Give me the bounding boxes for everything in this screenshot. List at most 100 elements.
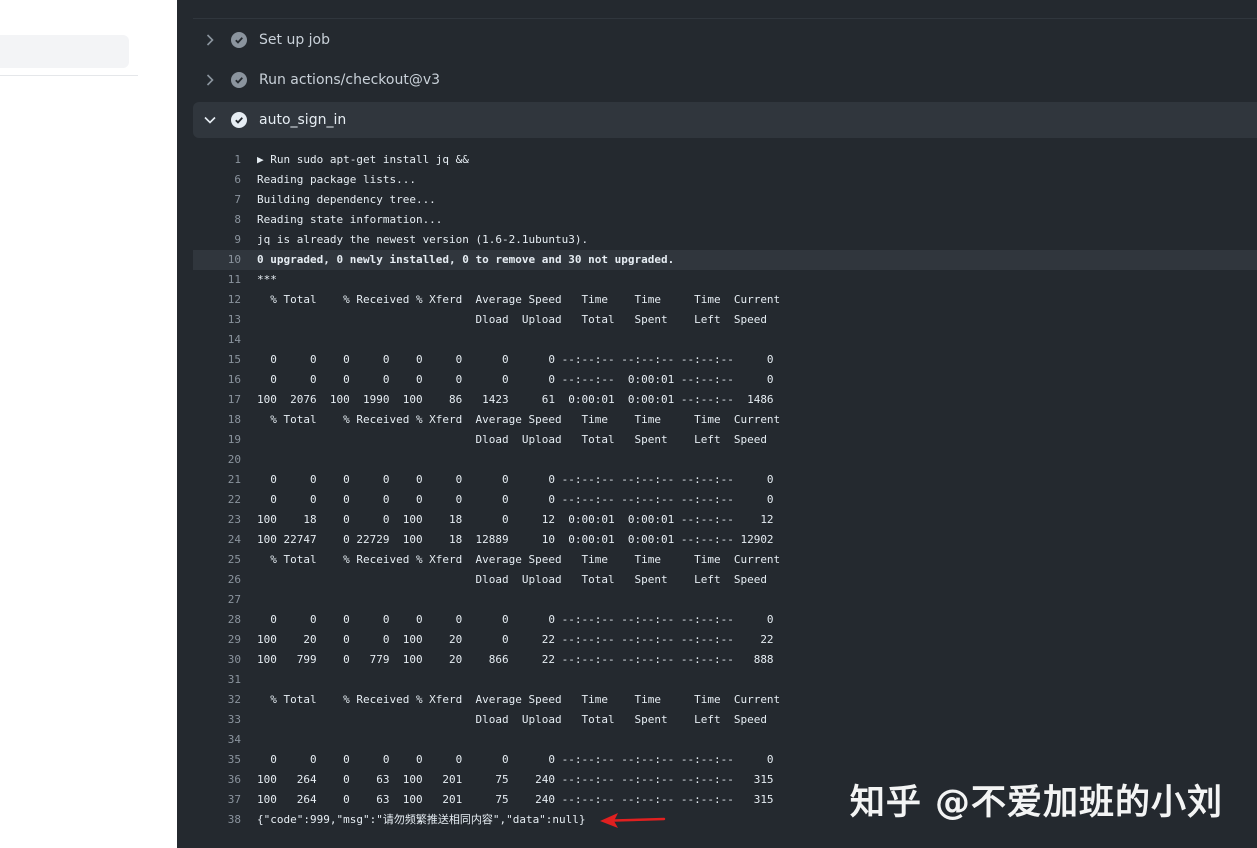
watermark-text: 知乎 @不爱加班的小刘 [849, 783, 1223, 823]
log-line-text: 0 0 0 0 0 0 0 0 --:--:-- 0:00:01 --:--:-… [257, 373, 774, 386]
log-line-number[interactable]: 29 [193, 630, 257, 650]
step-auto-sign-in[interactable]: auto_sign_in [193, 102, 1257, 138]
log-line: 12 % Total % Received % Xferd Average Sp… [193, 290, 1257, 310]
log-line-text: 100 18 0 0 100 18 0 12 0:00:01 0:00:01 -… [257, 513, 774, 526]
log-line-number[interactable]: 6 [193, 170, 257, 190]
log-line-number[interactable]: 17 [193, 390, 257, 410]
log-line: 32 % Total % Received % Xferd Average Sp… [193, 690, 1257, 710]
log-line-number[interactable]: 37 [193, 790, 257, 810]
log-line: 20 [193, 450, 1257, 470]
step-set-up-job[interactable]: Set up job [193, 22, 1257, 58]
log-line-text: % Total % Received % Xferd Average Speed… [257, 693, 781, 706]
log-line: 15 0 0 0 0 0 0 0 0 --:--:-- --:--:-- --:… [193, 350, 1257, 370]
log-line-number[interactable]: 19 [193, 430, 257, 450]
log-line-number[interactable]: 33 [193, 710, 257, 730]
log-line-text: 100 22747 0 22729 100 18 12889 10 0:00:0… [257, 533, 774, 546]
log-line-text: Reading state information... [257, 213, 443, 226]
log-line-text: 0 0 0 0 0 0 0 0 --:--:-- --:--:-- --:--:… [257, 493, 774, 506]
log-line-number[interactable]: 10 [193, 250, 257, 270]
log-line-number[interactable]: 26 [193, 570, 257, 590]
log-line: 28 0 0 0 0 0 0 0 0 --:--:-- --:--:-- --:… [193, 610, 1257, 630]
log-line-number[interactable]: 8 [193, 210, 257, 230]
log-line-text: % Total % Received % Xferd Average Speed… [257, 293, 781, 306]
log-line: 10 0 upgraded, 0 newly installed, 0 to re… [193, 250, 1257, 270]
log-line-number[interactable]: 38 [193, 810, 257, 830]
log-line-text: 100 2076 100 1990 100 86 1423 61 0:00:01… [257, 393, 774, 406]
sidebar-selected-item[interactable] [0, 35, 129, 68]
log-line-text: Dload Upload Total Spent Left Speed [257, 313, 767, 326]
log-line-number[interactable]: 21 [193, 470, 257, 490]
log-line-text: 100 799 0 779 100 20 866 22 --:--:-- --:… [257, 653, 774, 666]
log-line-number[interactable]: 30 [193, 650, 257, 670]
check-circle-icon [231, 32, 247, 48]
log-line-number[interactable]: 23 [193, 510, 257, 530]
log-line: 19 Dload Upload Total Spent Left Speed [193, 430, 1257, 450]
job-log-panel: Set up job Run actions/checkout@v3 auto_… [177, 0, 1257, 848]
log-line: 9 jq is already the newest version (1.6-2… [193, 230, 1257, 250]
log-line: 27 [193, 590, 1257, 610]
log-line-number[interactable]: 12 [193, 290, 257, 310]
log-line-text: 0 0 0 0 0 0 0 0 --:--:-- --:--:-- --:--:… [257, 613, 774, 626]
log-line-text: 100 20 0 0 100 20 0 22 --:--:-- --:--:--… [257, 633, 774, 646]
check-circle-icon [231, 112, 247, 128]
log-line-number[interactable]: 22 [193, 490, 257, 510]
log-line: 7 Building dependency tree... [193, 190, 1257, 210]
log-line-text: 0 upgraded, 0 newly installed, 0 to remo… [257, 253, 675, 266]
log-line-number[interactable]: 18 [193, 410, 257, 430]
log-line-number[interactable]: 7 [193, 190, 257, 210]
log-line-number[interactable]: 13 [193, 310, 257, 330]
log-line-number[interactable]: 34 [193, 730, 257, 750]
log-line-number[interactable]: 20 [193, 450, 257, 470]
log-line-number[interactable]: 36 [193, 770, 257, 790]
log-line-number[interactable]: 24 [193, 530, 257, 550]
log-line: 31 [193, 670, 1257, 690]
chevron-right-icon [203, 33, 217, 47]
step-run-checkout[interactable]: Run actions/checkout@v3 [193, 62, 1257, 98]
log-line: 1 ▶ Run sudo apt-get install jq && [193, 150, 1257, 170]
log-line-number[interactable]: 1 [193, 150, 257, 170]
log-line-text: Dload Upload Total Spent Left Speed [257, 713, 767, 726]
log-line-number[interactable]: 27 [193, 590, 257, 610]
log-line-text: Dload Upload Total Spent Left Speed [257, 433, 767, 446]
left-sidebar [0, 0, 177, 848]
red-arrow-annotation [600, 813, 666, 828]
log-line: 14 [193, 330, 1257, 350]
log-line-text [257, 450, 1257, 470]
log-line-number[interactable]: 35 [193, 750, 257, 770]
log-line: 17 100 2076 100 1990 100 86 1423 61 0:00:… [193, 390, 1257, 410]
log-line: 26 Dload Upload Total Spent Left Speed [193, 570, 1257, 590]
log-line: 6 Reading package lists... [193, 170, 1257, 190]
log-line: 21 0 0 0 0 0 0 0 0 --:--:-- --:--:-- --:… [193, 470, 1257, 490]
log-line-number[interactable]: 9 [193, 230, 257, 250]
log-line-text: Building dependency tree... [257, 193, 436, 206]
log-line-text: % Total % Received % Xferd Average Speed… [257, 553, 781, 566]
sidebar-divider [0, 75, 138, 76]
log-line: 34 [193, 730, 1257, 750]
log-output: 1 ▶ Run sudo apt-get install jq && 6 Readin… [193, 150, 1257, 830]
log-line-text: 0 0 0 0 0 0 0 0 --:--:-- --:--:-- --:--:… [257, 473, 774, 486]
check-circle-icon [231, 72, 247, 88]
log-line-number[interactable]: 15 [193, 350, 257, 370]
log-line: 35 0 0 0 0 0 0 0 0 --:--:-- --:--:-- --:… [193, 750, 1257, 770]
log-line-number[interactable]: 14 [193, 330, 257, 350]
log-line: 13 Dload Upload Total Spent Left Speed [193, 310, 1257, 330]
step-label: Set up job [259, 32, 330, 48]
log-line: 23 100 18 0 0 100 18 0 12 0:00:01 0:00:01… [193, 510, 1257, 530]
log-line-text [257, 670, 1257, 690]
log-line-number[interactable]: 16 [193, 370, 257, 390]
step-label: auto_sign_in [259, 112, 347, 128]
log-line-number[interactable]: 11 [193, 270, 257, 290]
log-line-number[interactable]: 31 [193, 670, 257, 690]
log-line: 8 Reading state information... [193, 210, 1257, 230]
log-line: 18 % Total % Received % Xferd Average Sp… [193, 410, 1257, 430]
log-line-number[interactable]: 28 [193, 610, 257, 630]
log-line-number[interactable]: 25 [193, 550, 257, 570]
log-line-text: ▶ Run sudo apt-get install jq && [257, 153, 469, 166]
log-line-text: 0 0 0 0 0 0 0 0 --:--:-- --:--:-- --:--:… [257, 753, 774, 766]
log-line: 24 100 22747 0 22729 100 18 12889 10 0:00… [193, 530, 1257, 550]
log-line: 11 *** [193, 270, 1257, 290]
log-line-text [257, 730, 1257, 750]
log-line-number[interactable]: 32 [193, 690, 257, 710]
panel-top-divider [193, 18, 1257, 19]
chevron-down-icon [203, 113, 217, 127]
